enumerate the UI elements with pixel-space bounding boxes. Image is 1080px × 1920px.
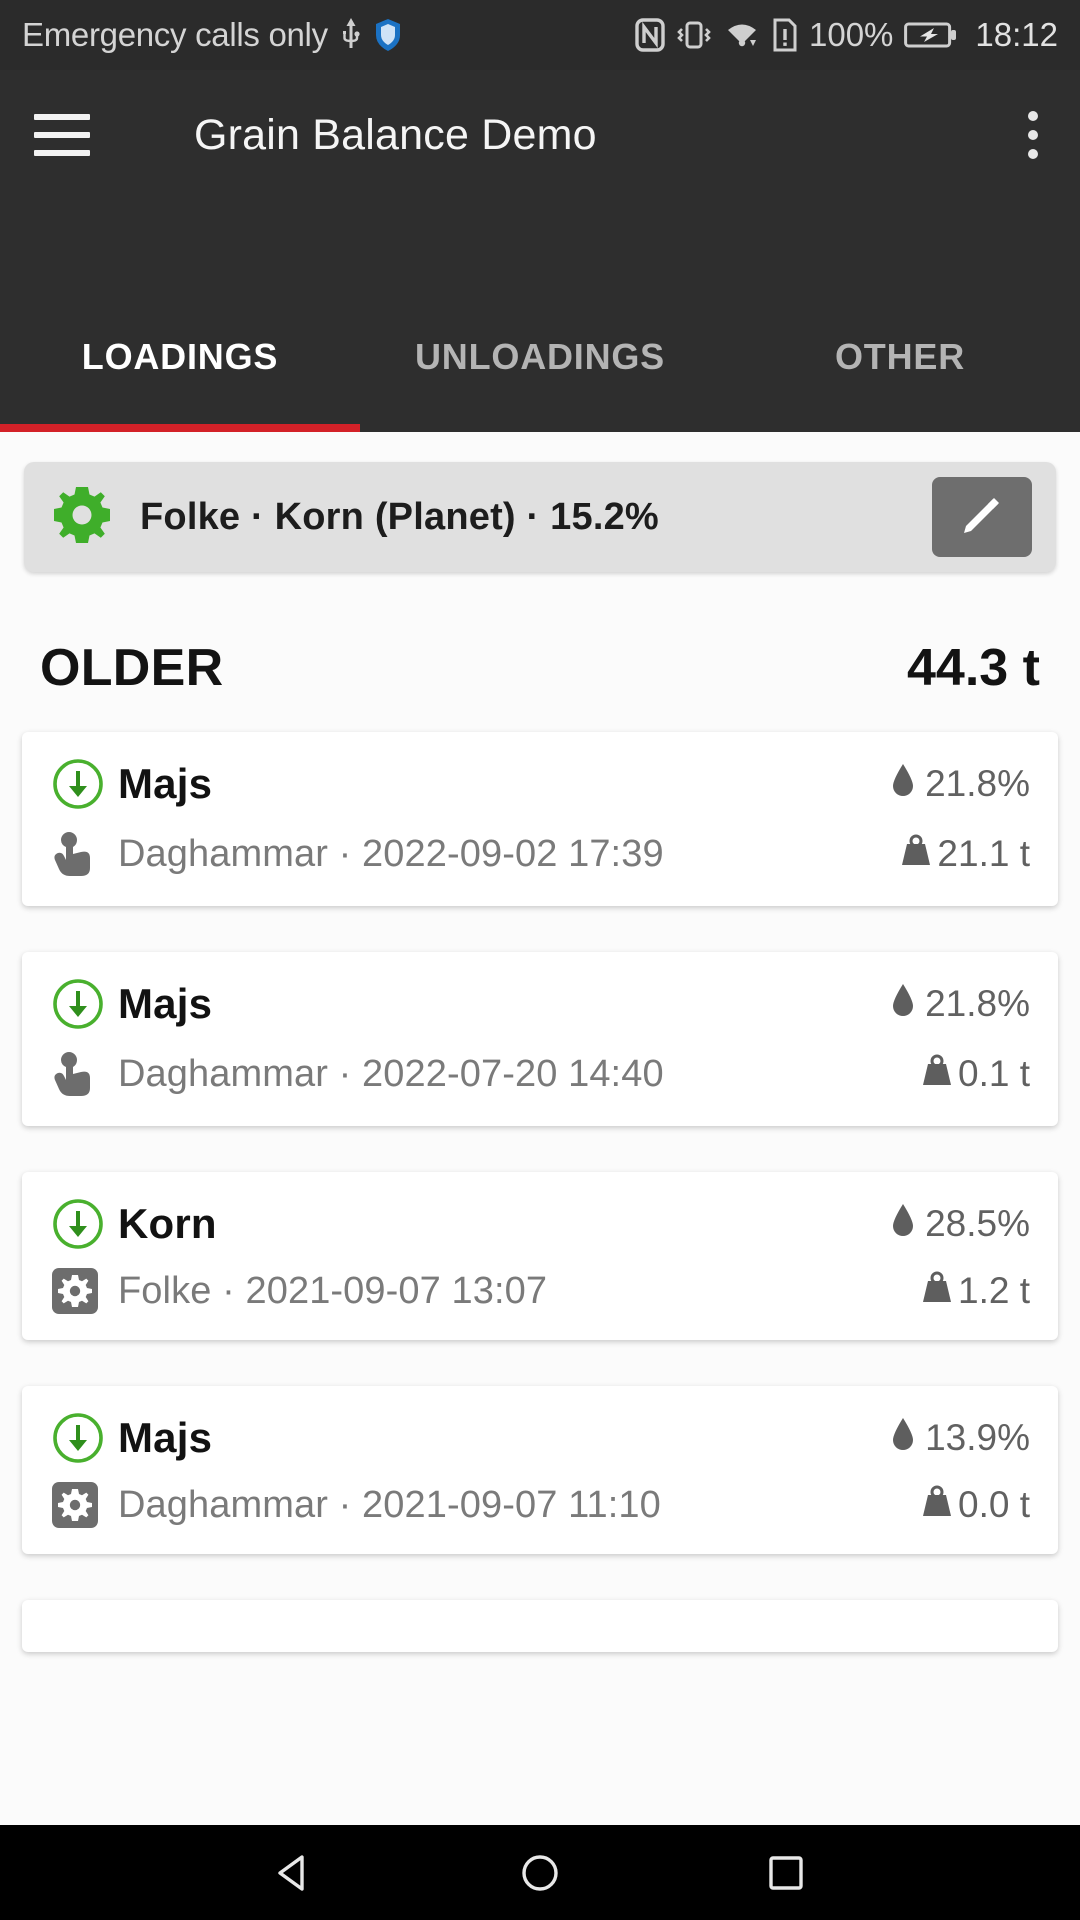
entry-moisture: 21.8% [891,762,1030,807]
battery-percent-label: 100% [809,16,894,53]
entry-weight-value: 0.1 t [958,1053,1030,1094]
water-drop-icon [891,982,915,1027]
entry-moisture-value: 13.9% [925,1417,1030,1458]
entry-secondary-row: Daghammar · 2022-07-20 14:40 0.1 t [52,1048,1030,1100]
pencil-icon [960,493,1004,542]
weight-icon [920,1484,954,1527]
gear-square-icon [52,1268,118,1314]
scroll-content[interactable]: Folke · Korn (Planet) · 15.2% OLDER 44.3… [0,432,1080,1825]
entry-primary-row: Majs 21.8% [52,758,1030,810]
water-drop-icon [891,1202,915,1247]
circle-home-icon[interactable] [517,1850,563,1896]
entry-moisture-value: 21.8% [925,983,1030,1024]
sim-alert-icon [772,18,798,52]
gear-square-icon [52,1482,118,1528]
filter-label: Folke · Korn (Planet) · 15.2% [140,495,659,538]
entry-secondary-row: Folke · 2021-09-07 13:07 1.2 t [52,1268,1030,1314]
hamburger-menu-icon[interactable] [34,114,90,156]
nfc-icon [635,18,665,52]
tab-active-indicator [0,424,360,432]
gear-icon [54,486,110,548]
section-total: 44.3 t [907,639,1040,697]
more-vertical-icon[interactable] [1028,111,1038,159]
clock-label: 18:12 [975,16,1058,53]
arrow-down-circle-icon [52,758,118,810]
water-drop-icon [891,762,915,807]
list-item[interactable]: Korn 28.5% Folke · 2021-09-07 13:07 1.2 … [22,1172,1058,1340]
entry-crop-name: Korn [118,1200,217,1247]
entry-weight: 0.1 t [920,1053,1030,1096]
entry-subtitle: Daghammar · 2021-09-07 11:10 [118,1483,661,1526]
entry-secondary-row: Daghammar · 2022-09-02 17:39 21.1 t [52,828,1030,880]
list-item[interactable]: Majs 21.8% Daghammar · 2022-07-20 14:40 [22,952,1058,1126]
tab-unloadings[interactable]: UNLOADINGS [360,336,720,432]
entry-weight: 21.1 t [899,833,1030,876]
entry-subtitle: Daghammar · 2022-09-02 17:39 [118,832,664,875]
hand-touch-icon [52,828,118,880]
entry-subtitle: Daghammar · 2022-07-20 14:40 [118,1052,664,1095]
entry-crop-name: Majs [118,1414,213,1461]
entry-primary-row: Majs 21.8% [52,978,1030,1030]
arrow-down-circle-icon [52,1198,118,1250]
status-bar-right: 100% 18:12 [635,16,1058,54]
entry-weight-value: 21.1 t [937,833,1030,874]
weight-icon [920,1270,954,1313]
weight-icon [920,1053,954,1096]
entry-list: Majs 21.8% Daghammar · 2022-09-02 17:39 [0,732,1080,1652]
usb-icon [340,18,362,52]
section-header: OLDER 44.3 t [0,572,1080,732]
entry-subtitle: Folke · 2021-09-07 13:07 [118,1269,548,1312]
shield-icon [374,18,402,52]
vibrate-icon [676,18,712,52]
edit-filter-button[interactable] [932,477,1032,557]
status-bar-left: Emergency calls only [22,16,635,54]
section-title: OLDER [40,639,224,697]
tab-bar: LOADINGS UNLOADINGS OTHER [0,200,1080,432]
hand-touch-icon [52,1048,118,1100]
list-item[interactable]: Majs 21.8% Daghammar · 2022-09-02 17:39 [22,732,1058,906]
entry-primary-row: Korn 28.5% [52,1198,1030,1250]
list-item[interactable] [22,1600,1058,1652]
entry-weight-value: 1.2 t [958,1270,1030,1311]
filter-chip[interactable]: Folke · Korn (Planet) · 15.2% [24,462,1056,572]
arrow-down-circle-icon [52,978,118,1030]
arrow-down-circle-icon [52,1412,118,1464]
entry-moisture-value: 21.8% [925,763,1030,804]
system-navigation-bar [0,1825,1080,1920]
wifi-icon [723,18,761,52]
entry-moisture-value: 28.5% [925,1203,1030,1244]
carrier-label: Emergency calls only [22,16,328,53]
entry-primary-row: Majs 13.9% [52,1412,1030,1464]
app-bar: Grain Balance Demo [0,70,1080,200]
entry-weight: 1.2 t [920,1270,1030,1313]
entry-moisture: 21.8% [891,982,1030,1027]
tab-loadings[interactable]: LOADINGS [0,336,360,432]
tab-other[interactable]: OTHER [720,336,1080,432]
water-drop-icon [891,1416,915,1461]
entry-moisture: 28.5% [891,1202,1030,1247]
weight-icon [899,833,933,876]
square-recents-icon[interactable] [763,1850,809,1896]
filter-section: Folke · Korn (Planet) · 15.2% [0,432,1080,572]
entry-weight-value: 0.0 t [958,1484,1030,1525]
triangle-back-icon[interactable] [271,1850,317,1896]
page-title: Grain Balance Demo [194,110,597,159]
entry-secondary-row: Daghammar · 2021-09-07 11:10 0.0 t [52,1482,1030,1528]
entry-moisture: 13.9% [891,1416,1030,1461]
battery-charging-icon [904,18,958,52]
entry-crop-name: Majs [118,980,213,1027]
entry-weight: 0.0 t [920,1484,1030,1527]
entry-crop-name: Majs [118,760,213,807]
list-item[interactable]: Majs 13.9% Daghammar · 2021-09-07 11:10 … [22,1386,1058,1554]
status-bar: Emergency calls only 100% 18:12 [0,0,1080,70]
